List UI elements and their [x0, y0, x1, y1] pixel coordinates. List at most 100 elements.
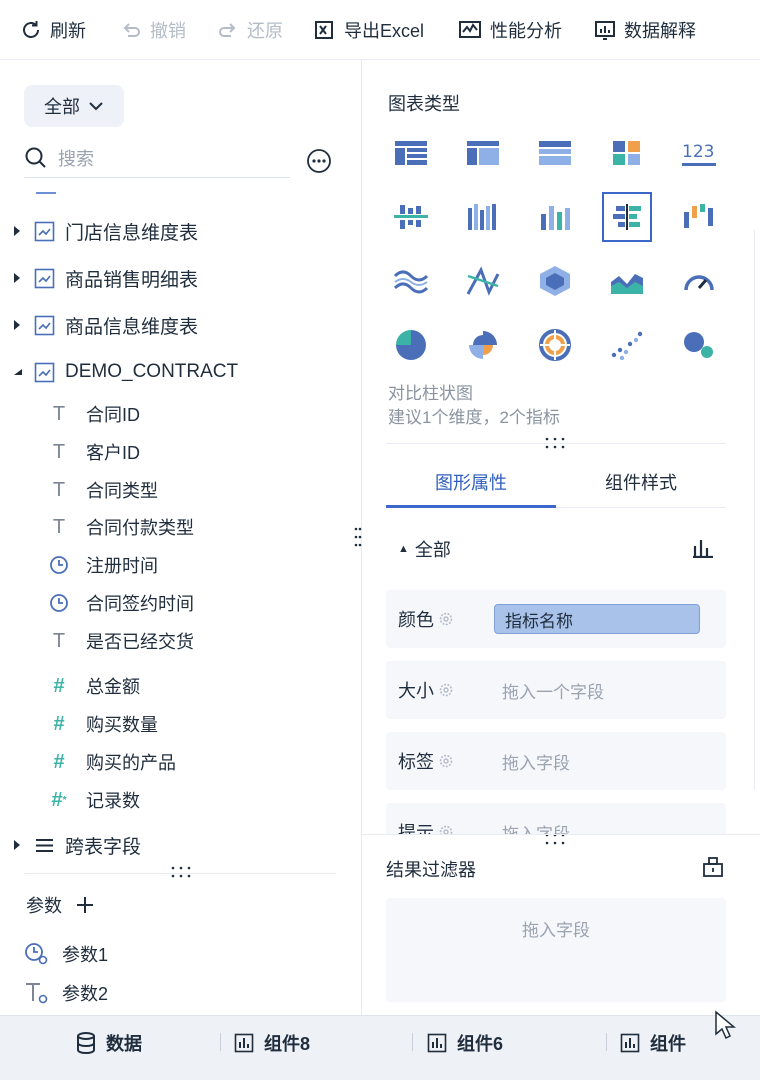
table-item-expanded[interactable]: DEMO_CONTRACT — [0, 355, 238, 389]
all-section-toggle[interactable]: ▲ 全部 — [398, 536, 451, 562]
search-input[interactable]: 搜索 — [58, 145, 94, 171]
number-chart-icon[interactable]: 123 — [674, 128, 724, 178]
vertical-drag-handle[interactable] — [354, 526, 362, 548]
undo-button[interactable]: 撤销 — [120, 17, 186, 43]
panel-edge — [754, 230, 755, 790]
radar-chart-icon[interactable] — [530, 256, 580, 306]
tab-component[interactable]: 组件8 — [234, 1016, 310, 1070]
field-chip[interactable]: 指标名称 — [494, 604, 700, 634]
expand-arrow-icon[interactable] — [13, 272, 23, 284]
scope-dropdown[interactable]: 全部 — [24, 85, 124, 127]
tooltip-property[interactable]: 提示 拖入字段 — [386, 803, 726, 834]
redo-button[interactable]: 还原 — [217, 17, 283, 43]
database-icon — [77, 1032, 95, 1054]
text-field-icon: T — [52, 515, 66, 538]
bar-chart-icon[interactable] — [692, 538, 714, 558]
table-item[interactable]: 门店信息维度表 — [0, 214, 198, 248]
gear-icon[interactable] — [438, 753, 454, 769]
bar-chart-icon[interactable] — [530, 192, 580, 242]
more-options-button[interactable] — [306, 148, 332, 174]
undo-label: 撤销 — [150, 21, 186, 41]
size-drop-placeholder[interactable]: 拖入一个字段 — [502, 661, 604, 719]
param-item[interactable]: 参数2 — [24, 976, 108, 1010]
scatter-chart-icon[interactable] — [602, 320, 652, 370]
chart-icon — [620, 1033, 640, 1053]
clock-icon — [48, 592, 70, 614]
pie-chart-icon[interactable] — [386, 320, 436, 370]
field-item[interactable]: T 合同付款类型 — [48, 510, 194, 544]
refresh-button[interactable]: 刷新 — [20, 17, 86, 43]
field-item[interactable]: 合同签约时间 — [48, 586, 194, 620]
table-item[interactable]: 商品信息维度表 — [0, 308, 198, 342]
range-bar-chart-icon[interactable] — [386, 192, 436, 242]
table-label: DEMO_CONTRACT — [65, 361, 239, 382]
field-item[interactable]: T 客户ID — [48, 435, 140, 469]
area-chart-icon[interactable] — [602, 256, 652, 306]
gear-icon[interactable] — [438, 611, 454, 627]
radar-line-chart-icon[interactable] — [458, 256, 508, 306]
color-property[interactable]: 颜色 指标名称 — [386, 590, 726, 648]
line-chart-icon[interactable] — [386, 256, 436, 306]
all-label: 全部 — [414, 540, 451, 560]
field-item[interactable]: T 合同类型 — [48, 473, 158, 507]
tab-component-style[interactable]: 组件样式 — [556, 456, 726, 508]
list-icon — [34, 835, 55, 856]
tab-data[interactable]: 数据 — [76, 1016, 142, 1070]
field-item[interactable]: # 总金额 — [48, 669, 140, 703]
undo-icon — [123, 23, 140, 37]
gear-icon[interactable] — [438, 824, 454, 834]
result-filter-title: 结果过滤器 — [386, 860, 476, 880]
toolbar: 刷新 撤销 还原 导出Excel 性能分析 数据解释 — [0, 0, 760, 60]
donut-chart-icon[interactable] — [530, 320, 580, 370]
filter-settings-icon[interactable] — [702, 856, 724, 878]
rose-chart-icon[interactable] — [458, 320, 508, 370]
gear-icon[interactable] — [438, 682, 454, 698]
property-tabs: 图形属性 组件样式 — [386, 456, 726, 508]
param-label: 参数1 — [62, 945, 109, 965]
field-label: 购买的产品 — [86, 753, 176, 773]
tooltip-drop-placeholder[interactable]: 拖入字段 — [502, 803, 570, 835]
table-chart-icon[interactable] — [386, 128, 436, 178]
chart-icon — [234, 1033, 254, 1053]
tab-component[interactable]: 组件 — [620, 1016, 686, 1070]
detail-table-chart-icon[interactable] — [530, 128, 580, 178]
grouped-bar-chart-icon[interactable] — [458, 192, 508, 242]
field-item[interactable]: T 合同ID — [48, 397, 140, 431]
expand-arrow-icon[interactable] — [13, 225, 23, 237]
kpi-card-chart-icon[interactable] — [602, 128, 652, 178]
performance-button[interactable]: 性能分析 — [458, 17, 562, 43]
comparison-bar-chart-icon[interactable] — [602, 192, 652, 242]
waterfall-chart-icon[interactable] — [674, 192, 724, 242]
size-property[interactable]: 大小 拖入一个字段 — [386, 661, 726, 719]
field-item[interactable]: # 购买数量 — [48, 707, 158, 741]
export-excel-button[interactable]: 导出Excel — [314, 17, 424, 43]
param-item[interactable]: 参数1 — [24, 937, 108, 971]
cross-table-fields[interactable]: 跨表字段 — [0, 828, 141, 862]
table-item[interactable]: 商品销售明细表 — [0, 261, 198, 295]
param-label: 参数2 — [62, 984, 109, 1004]
data-explain-button[interactable]: 数据解释 — [594, 17, 696, 43]
gauge-chart-icon[interactable] — [674, 256, 724, 306]
expand-arrow-icon[interactable] — [13, 839, 23, 851]
tab-component[interactable]: 组件6 — [427, 1016, 503, 1070]
field-item[interactable]: # * 记录数 — [48, 783, 140, 817]
horizontal-drag-handle[interactable] — [170, 865, 192, 879]
divider — [362, 834, 760, 835]
result-filter-dropzone[interactable]: 拖入字段 — [386, 898, 726, 1002]
text-field-icon: T — [52, 402, 66, 425]
data-panel: 全部 搜索 门店信息维度表 商品销售明细表 商品信息维度表 DEMO_CONTR… — [0, 60, 362, 1015]
field-item[interactable]: T 是否已经交货 — [48, 624, 194, 658]
scope-label: 全部 — [44, 97, 80, 117]
add-param-icon[interactable] — [76, 896, 94, 914]
field-item[interactable]: # 购买的产品 — [48, 745, 176, 779]
color-label: 颜色 — [398, 590, 454, 648]
table-label: 商品销售明细表 — [65, 269, 199, 291]
field-item[interactable]: 注册时间 — [48, 548, 158, 582]
clock-icon — [48, 554, 70, 576]
bubble-chart-icon[interactable] — [674, 320, 724, 370]
cross-table-chart-icon[interactable] — [458, 128, 508, 178]
expand-arrow-icon[interactable] — [13, 319, 23, 331]
field-label: 注册时间 — [86, 556, 158, 576]
collapse-arrow-icon[interactable] — [13, 368, 23, 376]
tab-graphic-properties[interactable]: 图形属性 — [386, 456, 556, 508]
